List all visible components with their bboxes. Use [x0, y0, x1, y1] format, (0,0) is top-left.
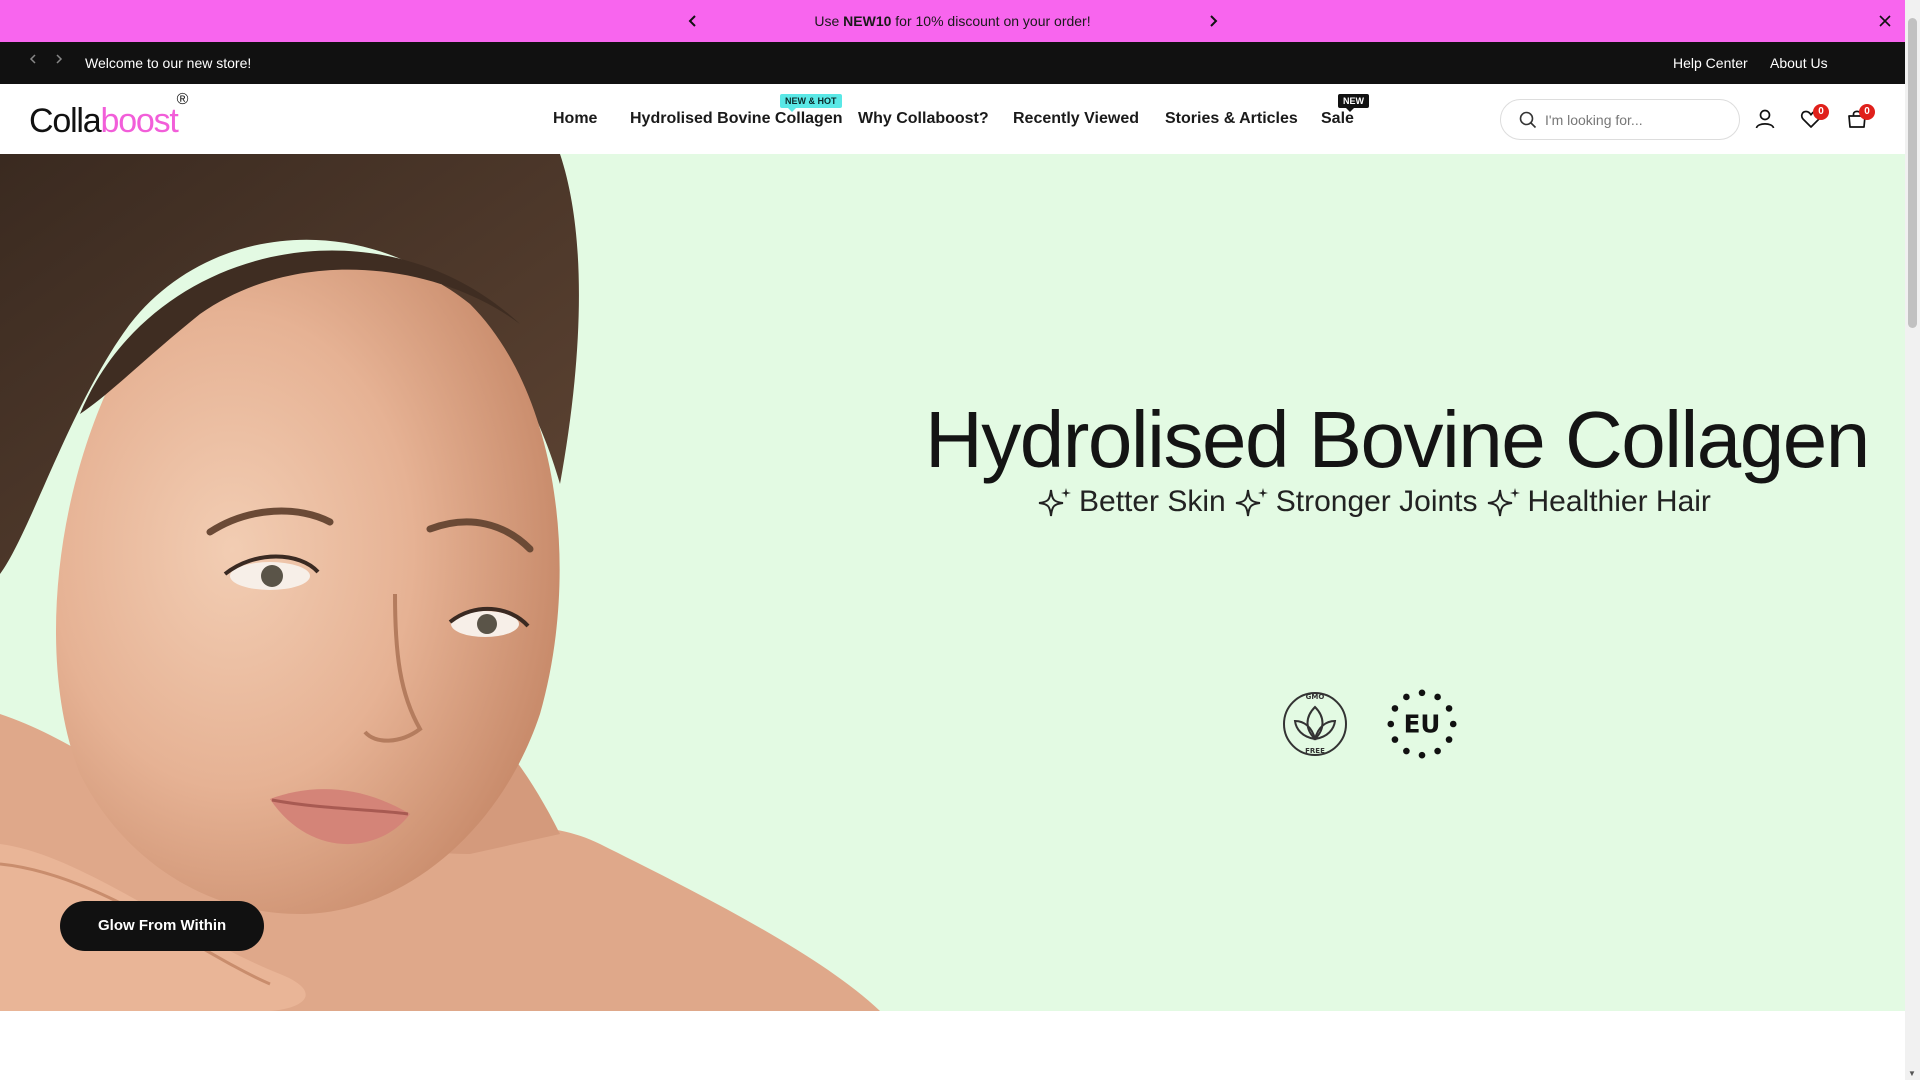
scrollbar-thumb[interactable] — [1908, 18, 1917, 328]
nav-recently-viewed[interactable]: Recently Viewed — [1013, 110, 1139, 128]
sparkle-icon — [1038, 488, 1071, 517]
benefit-stronger-joints: Stronger Joints — [1275, 485, 1478, 518]
chevron-left-icon[interactable] — [25, 51, 41, 67]
search-box — [1500, 99, 1740, 140]
search-input[interactable] — [1545, 108, 1725, 132]
svg-text:EU: EU — [1404, 710, 1441, 739]
hero-model-image — [0, 154, 880, 1011]
sparkle-icon — [1235, 488, 1268, 517]
promo-bar: Use NEW10 for 10% discount on your order… — [0, 0, 1905, 42]
new-badge: NEW — [1338, 94, 1369, 112]
svg-text:FREE: FREE — [1305, 747, 1325, 755]
nav-why-collaboost[interactable]: Why Collaboost? — [858, 110, 989, 128]
nav-home[interactable]: Home — [553, 110, 597, 128]
promo-message: Use NEW10 for 10% discount on your order… — [814, 13, 1091, 29]
page-scrollbar[interactable]: ▼ — [1905, 0, 1920, 1080]
svg-text:GMO: GMO — [1306, 693, 1325, 701]
logo[interactable]: Collaboost® — [29, 91, 188, 141]
help-center-link[interactable]: Help Center — [1673, 55, 1748, 71]
hero-benefits: Better Skin Stronger Joints Healthier Ha… — [1035, 485, 1711, 519]
new-hot-badge: NEW & HOT — [780, 94, 842, 112]
nav-stories-articles[interactable]: Stories & Articles — [1165, 110, 1298, 128]
wishlist-count-badge: 0 — [1813, 104, 1829, 120]
glow-from-within-button[interactable]: Glow From Within — [60, 901, 265, 951]
hero-title: Hydrolised Bovine Collagen — [925, 395, 1870, 484]
hero-banner: Hydrolised Bovine Collagen Better Skin S… — [0, 154, 1905, 1011]
cart-count-badge: 0 — [1859, 104, 1875, 120]
benefit-better-skin: Better Skin — [1079, 485, 1226, 518]
site-header: Collaboost® Home Hydrolised Bovine Colla… — [0, 84, 1905, 154]
chevron-right-icon[interactable] — [51, 51, 67, 67]
sparkle-icon — [1487, 488, 1520, 517]
gmo-free-badge: GMO FREE — [1283, 692, 1347, 756]
welcome-message: Welcome to our new store! — [85, 55, 252, 71]
top-bar: Welcome to our new store! Help Center Ab… — [0, 42, 1905, 84]
account-icon[interactable] — [1753, 107, 1777, 131]
scroll-down-arrow-icon[interactable]: ▼ — [1908, 1069, 1916, 1078]
nav-sale[interactable]: Sale — [1321, 110, 1354, 128]
search-icon[interactable] — [1519, 111, 1537, 129]
eu-badge: EU — [1387, 689, 1457, 759]
benefit-healthier-hair: Healthier Hair — [1527, 485, 1711, 518]
nav-hydrolised-bovine-collagen[interactable]: Hydrolised Bovine Collagen — [630, 110, 842, 128]
about-us-link[interactable]: About Us — [1770, 55, 1828, 71]
chevron-right-icon[interactable] — [1202, 10, 1224, 32]
close-icon[interactable] — [1875, 11, 1895, 31]
